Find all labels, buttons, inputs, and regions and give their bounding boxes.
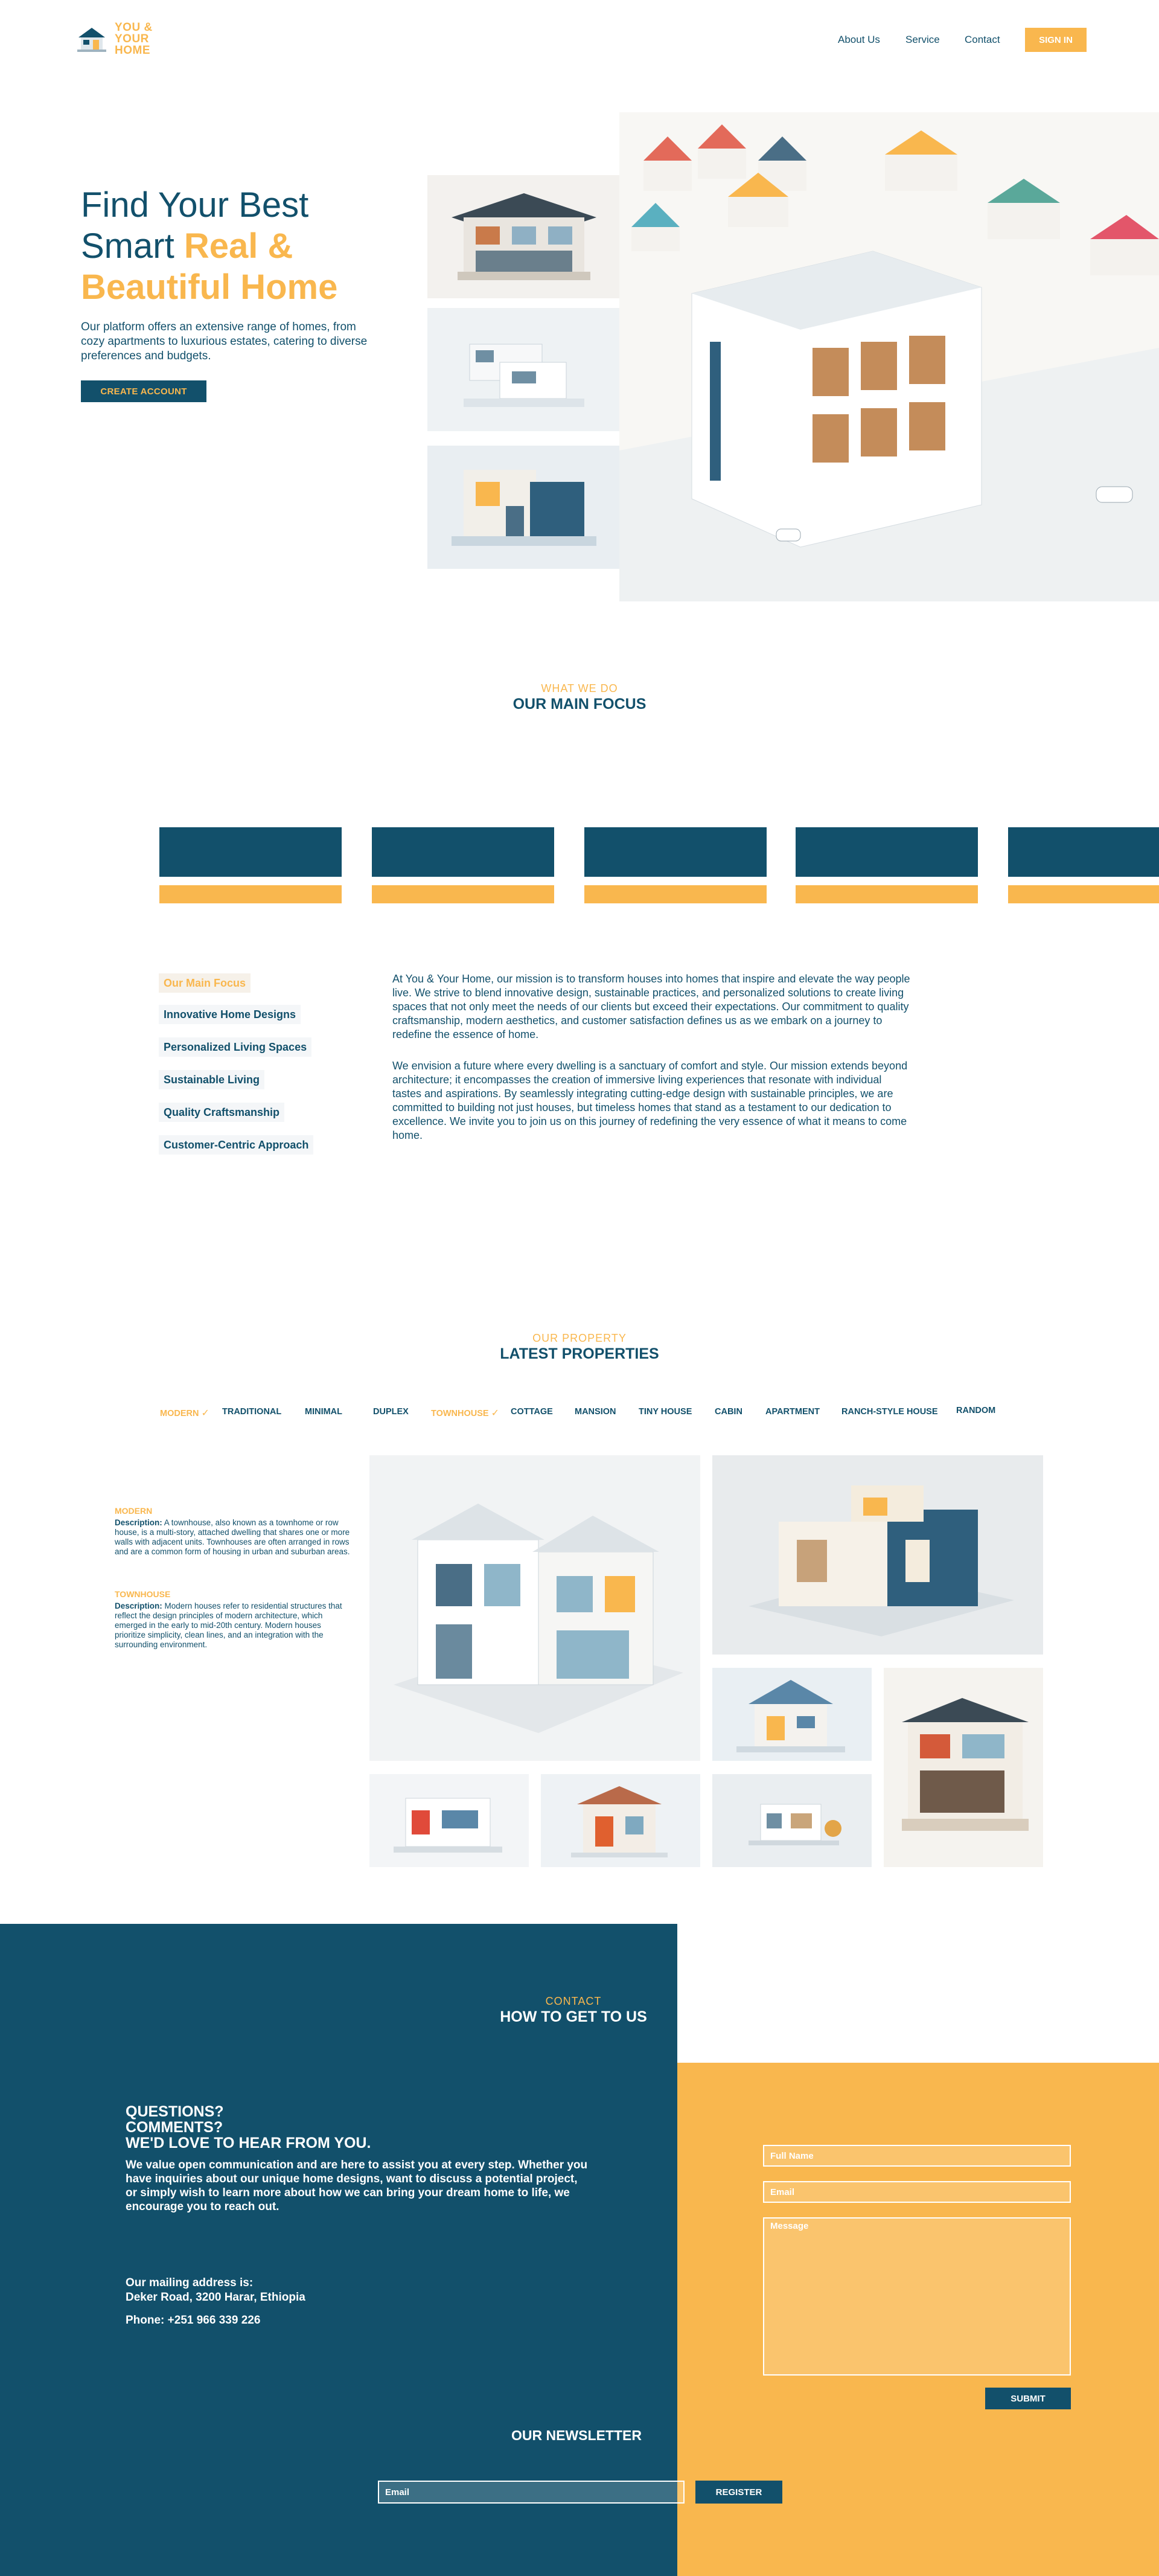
filter-ranch-style-house[interactable]: RANCH-STYLE HOUSE	[841, 1407, 938, 1417]
focus-paragraph-2: We envision a future where every dwellin…	[392, 1060, 908, 1141]
hero-title: Find Your Best Smart Real & Beautiful Ho…	[81, 185, 395, 308]
hero-title-plain: Smart	[81, 226, 184, 266]
nav-contact-link[interactable]: Contact	[965, 34, 1000, 46]
contact-description: We value open communication and are here…	[126, 2159, 588, 2213]
contact-questions-heading: QUESTIONS? COMMENTS? WE'D LOVE TO HEAR F…	[126, 2104, 415, 2151]
property-image-3[interactable]	[712, 1668, 872, 1761]
filter-traditional[interactable]: TRADITIONAL	[222, 1407, 281, 1417]
focus-card-3[interactable]	[584, 827, 767, 877]
focus-card-4-accent	[796, 885, 978, 903]
nav-about-link[interactable]: About Us	[838, 34, 880, 46]
submit-button[interactable]: SUBMIT	[985, 2388, 1071, 2409]
mailing-address: Deker Road, 3200 Harar, Ethiopia	[126, 2291, 305, 2304]
focus-title: OUR MAIN FOCUS	[512, 696, 647, 713]
focus-card-2[interactable]	[372, 827, 554, 877]
brand-line-3: HOME	[115, 44, 150, 57]
contact-questions-line-2: COMMENTS?	[126, 2119, 223, 2136]
focus-item-customer-centric[interactable]: Customer-Centric Approach	[159, 1135, 314, 1155]
hero-thumb-image-1	[427, 175, 619, 298]
properties-kicker: OUR PROPERTY	[532, 1332, 627, 1344]
filter-townhouse-label: TOWNHOUSE	[431, 1409, 489, 1418]
properties-title: LATEST PROPERTIES	[500, 1345, 659, 1362]
contact-questions-line-3: WE'D LOVE TO HEAR FROM YOU.	[126, 2135, 371, 2151]
hero-title-line-1: Find Your Best	[81, 185, 309, 225]
focus-item-personalized-spaces[interactable]: Personalized Living Spaces	[159, 1037, 312, 1057]
hero-thumb-image-3	[427, 446, 619, 569]
filter-duplex[interactable]: DUPLEX	[373, 1407, 409, 1417]
mailing-address-label: Our mailing address is:	[126, 2276, 254, 2289]
create-account-button[interactable]: CREATE ACCOUNT	[81, 380, 206, 402]
property-image-1[interactable]	[369, 1455, 700, 1761]
type-description-modern-label: Description:	[115, 1518, 162, 1527]
filter-mansion[interactable]: MANSION	[575, 1407, 616, 1417]
hero-title-highlight-2: Beautiful Home	[81, 268, 338, 307]
focus-card-5[interactable]	[1008, 827, 1159, 877]
checkmark-icon: ✓	[491, 1408, 500, 1418]
filter-modern-label: MODERN	[160, 1409, 199, 1418]
type-label-townhouse: TOWNHOUSE	[115, 1589, 171, 1599]
type-label-modern: MODERN	[115, 1506, 153, 1516]
property-image-7[interactable]	[712, 1774, 872, 1867]
full-name-field[interactable]	[763, 2145, 1071, 2167]
hero-description: Our platform offers an extensive range o…	[81, 321, 368, 362]
email-field[interactable]	[763, 2181, 1071, 2203]
focus-paragraph-1: At You & Your Home, our mission is to tr…	[392, 973, 910, 1040]
filter-minimal[interactable]: MINIMAL	[305, 1407, 342, 1417]
focus-card-1[interactable]	[159, 827, 342, 877]
property-image-4[interactable]	[884, 1668, 1043, 1867]
property-image-2[interactable]	[712, 1455, 1043, 1655]
brand-logo-text[interactable]: YOU & YOUR HOME	[115, 22, 169, 56]
hero-thumb-image-2	[427, 308, 619, 431]
contact-questions-line-1: QUESTIONS?	[126, 2103, 224, 2120]
filter-cabin[interactable]: CABIN	[715, 1407, 742, 1417]
brand-line-2: YOUR	[115, 33, 149, 45]
focus-kicker: WHAT WE DO	[541, 682, 618, 694]
contact-title: HOW TO GET TO US	[500, 2008, 647, 2025]
hero-title-highlight-1: Real &	[184, 226, 293, 266]
focus-item-quality-craftsmanship[interactable]: Quality Craftsmanship	[159, 1103, 285, 1122]
type-description-townhouse: Description: Modern houses refer to resi…	[115, 1601, 350, 1650]
focus-card-2-accent	[372, 885, 554, 903]
brand-line-1: YOU &	[115, 21, 153, 34]
sign-in-button[interactable]: SIGN IN	[1025, 28, 1087, 52]
filter-random[interactable]: RANDOM	[956, 1406, 995, 1415]
filter-apartment[interactable]: APARTMENT	[765, 1407, 820, 1417]
focus-item-sustainable-living[interactable]: Sustainable Living	[159, 1070, 265, 1089]
filter-tiny-house[interactable]: TINY HOUSE	[639, 1407, 692, 1417]
hero-main-image	[619, 112, 1159, 601]
checkmark-icon: ✓	[201, 1408, 209, 1418]
hero-title-line-2: Smart Real &	[81, 226, 395, 267]
contact-kicker: CONTACT	[545, 1995, 602, 2007]
property-image-6[interactable]	[541, 1774, 700, 1867]
focus-card-5-accent	[1008, 885, 1159, 903]
filter-cottage[interactable]: COTTAGE	[511, 1407, 553, 1417]
phone-number: Phone: +251 966 339 226	[126, 2314, 261, 2327]
focus-item-main-focus[interactable]: Our Main Focus	[159, 973, 251, 993]
type-description-townhouse-label: Description:	[115, 1601, 162, 1610]
filter-modern[interactable]: MODERN ✓	[160, 1407, 209, 1419]
nav-service-link[interactable]: Service	[905, 34, 940, 46]
focus-item-innovative-designs[interactable]: Innovative Home Designs	[159, 1005, 301, 1024]
message-field[interactable]	[763, 2217, 1071, 2376]
focus-card-4[interactable]	[796, 827, 978, 877]
type-description-modern: Description: A townhouse, also known as …	[115, 1518, 350, 1557]
property-image-5[interactable]	[369, 1774, 529, 1867]
newsletter-email-field[interactable]	[378, 2481, 685, 2504]
register-button[interactable]: REGISTER	[695, 2481, 782, 2504]
filter-townhouse[interactable]: TOWNHOUSE ✓	[431, 1407, 499, 1419]
focus-card-1-accent	[159, 885, 342, 903]
newsletter-title: OUR NEWSLETTER	[511, 2427, 642, 2443]
focus-card-3-accent	[584, 885, 767, 903]
house-logo-icon[interactable]	[75, 24, 109, 53]
